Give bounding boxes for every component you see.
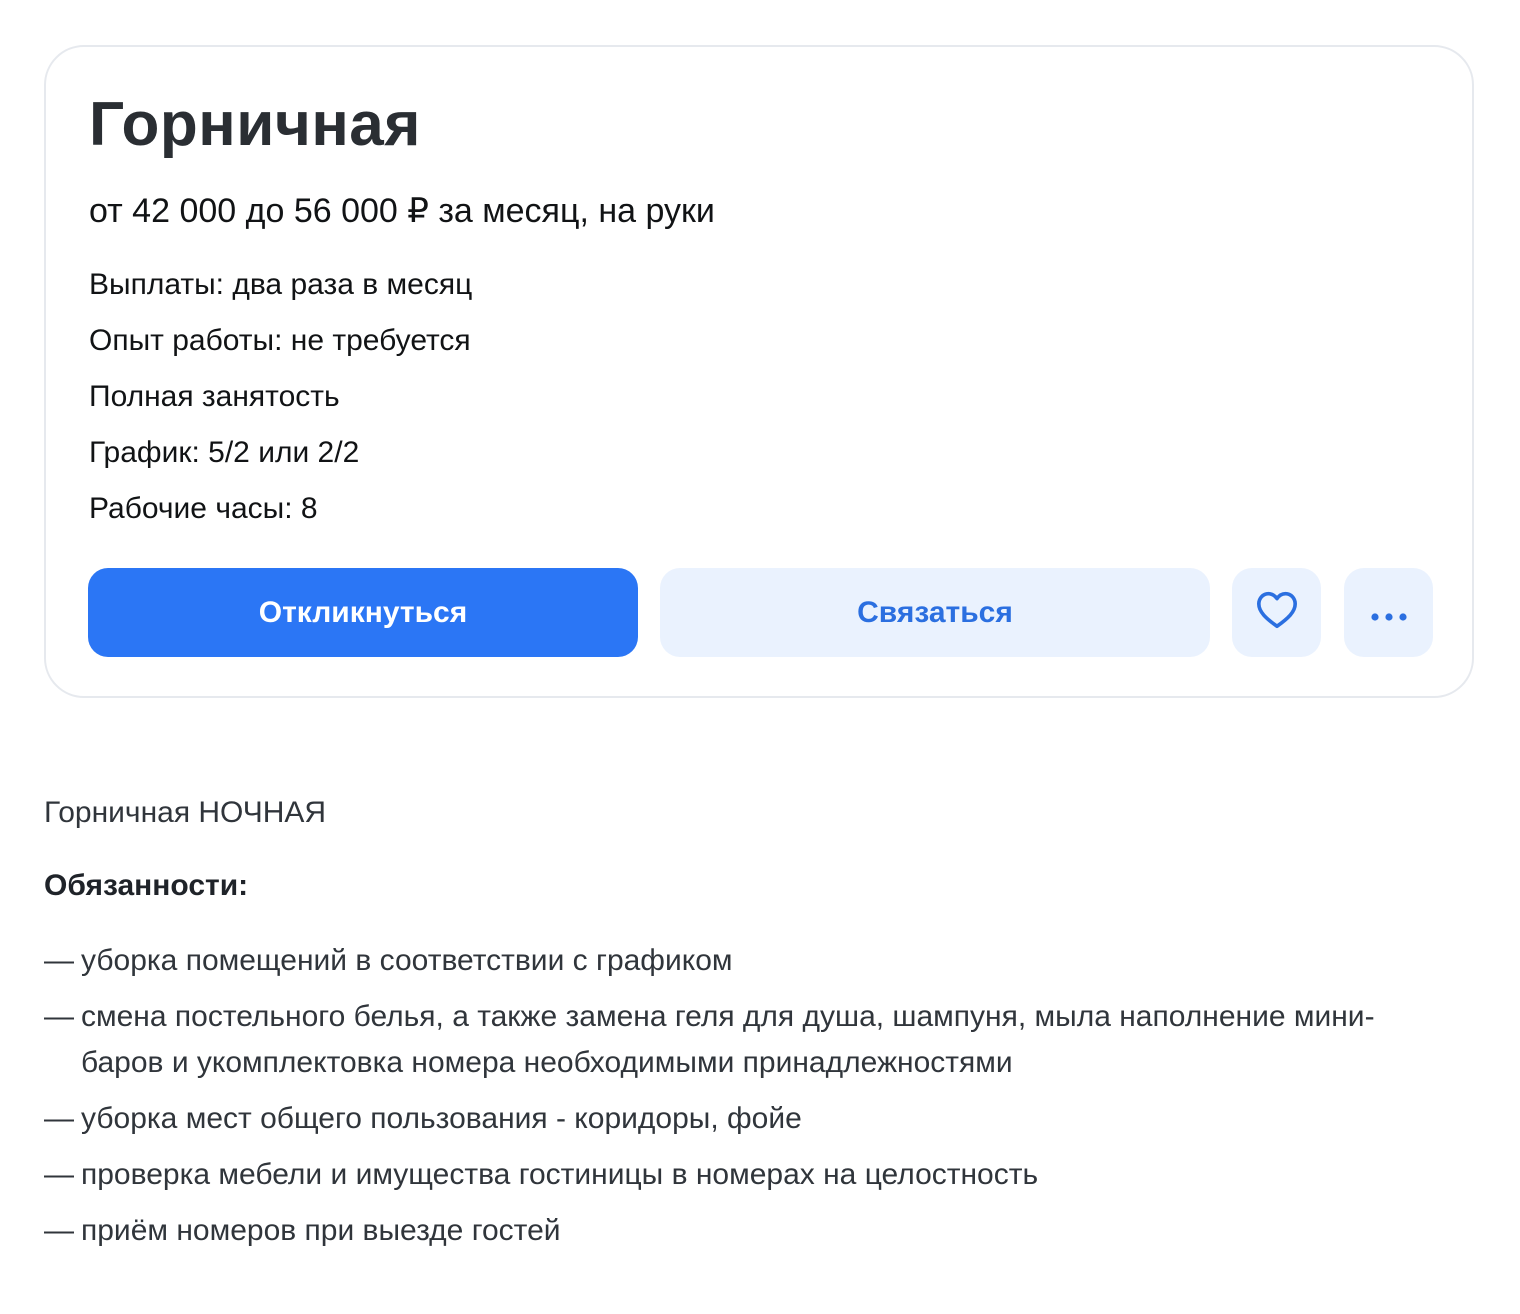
duties-list: — уборка помещений в соответствии с граф… <box>44 938 1484 1264</box>
contact-button[interactable]: Связаться <box>660 568 1210 657</box>
bullet-dash: — <box>44 1000 74 1033</box>
more-horizontal-icon <box>1369 596 1409 630</box>
fact-hours: Рабочие часы: 8 <box>89 492 318 525</box>
list-item: — смена постельного белья, а также замен… <box>44 994 1411 1086</box>
duty-text: проверка мебели и имущества гостиницы в … <box>81 1158 1039 1191</box>
bullet-dash: — <box>44 1102 74 1135</box>
salary-text: от 42 000 до 56 000 ₽ за месяц, на руки <box>89 192 715 230</box>
respond-button-label: Откликнуться <box>258 595 468 629</box>
list-item: — проверка мебели и имущества гостиницы … <box>44 1152 1484 1198</box>
duty-text: уборка помещений в соответствии с график… <box>81 944 733 977</box>
heart-icon <box>1255 589 1299 637</box>
fact-schedule: График: 5/2 или 2/2 <box>89 436 360 469</box>
duty-text: приём номеров при выезде гостей <box>81 1214 561 1247</box>
bullet-dash: — <box>44 944 74 977</box>
duty-text: смена постельного белья, а также замена … <box>81 1000 1375 1079</box>
duty-text: уборка мест общего пользования - коридор… <box>81 1102 802 1135</box>
favorite-button[interactable] <box>1232 568 1321 657</box>
vacancy-card: Горничная от 42 000 до 56 000 ₽ за месяц… <box>44 45 1474 698</box>
respond-button[interactable]: Откликнуться <box>88 568 638 657</box>
more-button[interactable] <box>1344 568 1433 657</box>
list-item: — приём номеров при выезде гостей <box>44 1208 1484 1254</box>
bullet-dash: — <box>44 1158 74 1191</box>
description-subtitle: Горничная НОЧНАЯ <box>44 796 327 829</box>
fact-employment: Полная занятость <box>89 380 340 413</box>
duties-heading: Обязанности: <box>44 869 249 902</box>
vacancy-title: Горничная <box>89 90 421 159</box>
list-item: — уборка помещений в соответствии с граф… <box>44 938 1484 984</box>
contact-button-label: Связаться <box>857 595 1013 629</box>
fact-experience: Опыт работы: не требуется <box>89 324 471 357</box>
list-item: — уборка мест общего пользования - корид… <box>44 1096 1484 1142</box>
bullet-dash: — <box>44 1214 74 1247</box>
fact-payments: Выплаты: два раза в месяц <box>89 268 473 301</box>
vacancy-facts: Выплаты: два раза в месяц Опыт работы: н… <box>89 257 472 537</box>
